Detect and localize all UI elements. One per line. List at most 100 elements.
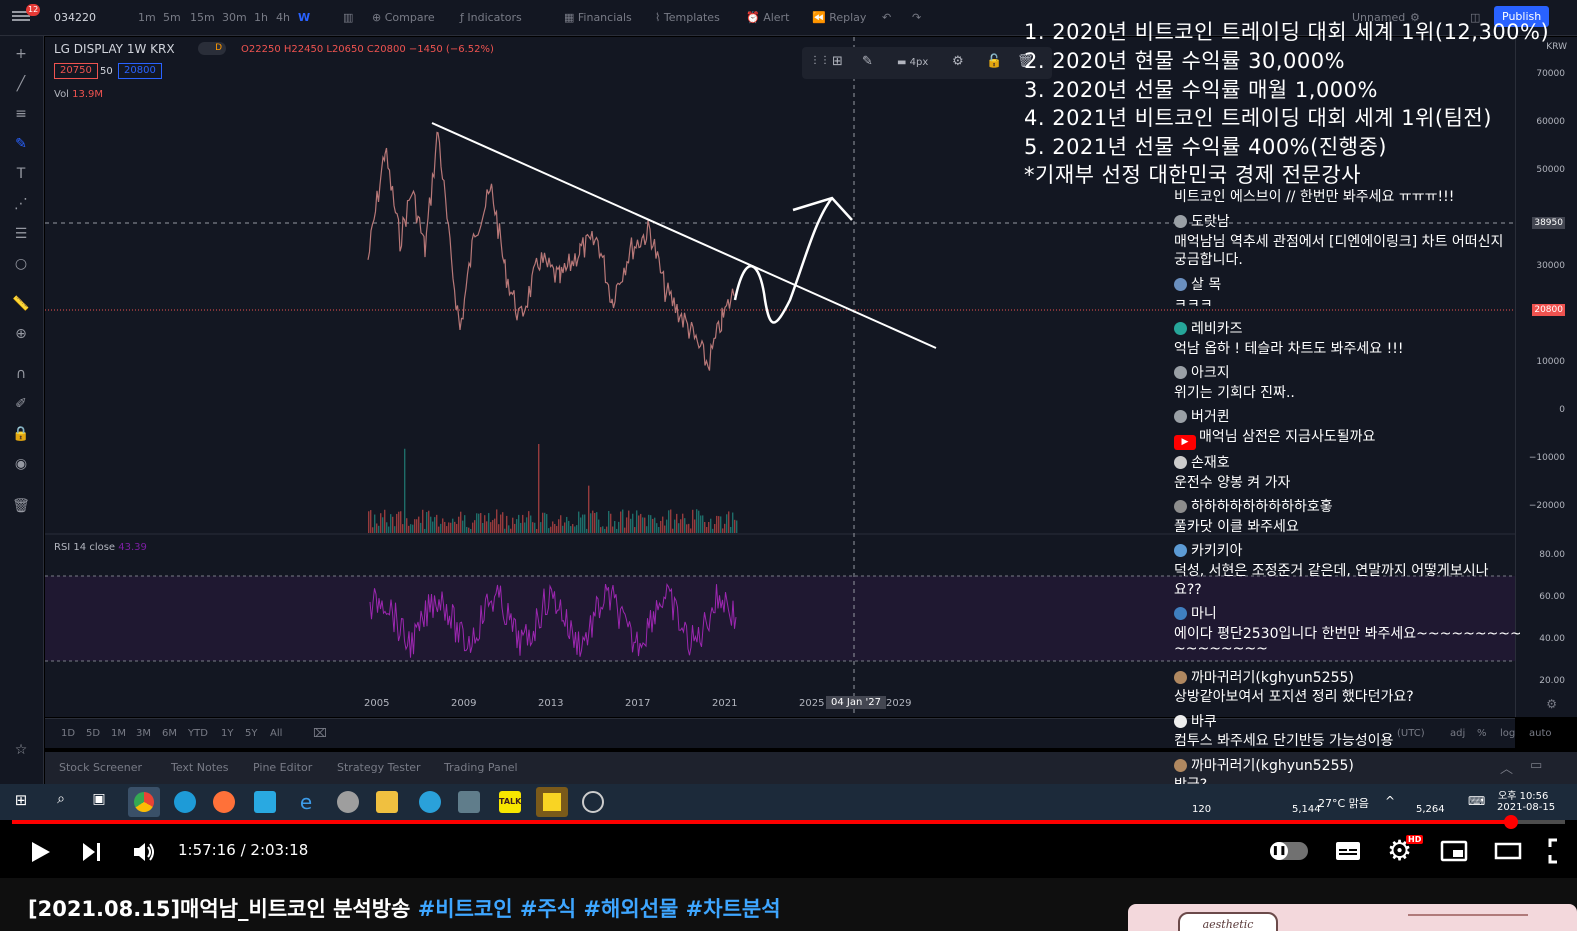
chrome-icon[interactable] (128, 787, 160, 817)
play-icon[interactable] (28, 840, 52, 864)
hashtag-link[interactable]: #주식 (520, 897, 576, 921)
autoplay-toggle[interactable]: ❚❚ (1270, 842, 1308, 860)
next-icon[interactable] (80, 840, 104, 864)
thumbnail-label: aesthetic (1178, 912, 1278, 931)
pen-color-icon[interactable]: ✎ (862, 54, 873, 69)
price-tick: 10000 (1536, 357, 1565, 367)
price-axis[interactable]: KRW 70000 60000 50000 38950 30000 20800 … (1515, 37, 1577, 717)
avatar (1174, 278, 1187, 291)
drag-handle-icon[interactable]: ⋮⋮ (810, 55, 830, 66)
theater-mode-icon[interactable] (1494, 842, 1522, 860)
currency-label[interactable]: KRW (1546, 42, 1567, 52)
clock-time[interactable]: 오후 10:56 (1498, 787, 1548, 802)
range-ytd[interactable]: YTD (188, 728, 208, 739)
crosshair-price-label: 38950 (1532, 217, 1565, 229)
fullscreen-icon[interactable] (1548, 838, 1577, 864)
range-1d[interactable]: 1D (61, 728, 75, 739)
maximize-panel-icon[interactable]: ▭ (1530, 758, 1542, 773)
range-1m[interactable]: 1M (111, 728, 126, 739)
ie-icon[interactable]: e (295, 791, 317, 813)
app-icon[interactable] (337, 791, 359, 813)
tab-text-notes[interactable]: Text Notes (171, 761, 229, 774)
bid-price[interactable]: 20750 (54, 63, 98, 79)
related-video-thumbnail[interactable]: aesthetic (1128, 904, 1577, 931)
chat-user: 까마귀러기(kghyun5255) (1174, 755, 1354, 775)
hashtag-link[interactable]: #차트분석 (686, 897, 781, 921)
chat-user: 손재호 (1174, 452, 1230, 472)
ime-icon[interactable]: ⌨ (1468, 794, 1485, 808)
app-icon[interactable] (254, 791, 276, 813)
volume-bar (546, 514, 548, 533)
axis-settings-icon[interactable]: ⚙ (1546, 697, 1557, 711)
volume-bar (618, 521, 620, 533)
ask-price[interactable]: 20800 (118, 63, 162, 79)
task-view-icon[interactable]: ▣ (88, 791, 110, 813)
volume-bar (468, 527, 470, 533)
chat-message: 억남 옵하 ! 테슬라 차트도 봐주세요 !!! (1174, 341, 1404, 357)
firefox-icon[interactable] (213, 791, 235, 813)
clock-date[interactable]: 2021-08-15 (1497, 802, 1555, 813)
edge-icon[interactable] (174, 791, 196, 813)
tray-chevron-icon[interactable]: ^ (1385, 794, 1395, 808)
volume-bar (536, 528, 538, 533)
stroke-width-button[interactable]: ▬ 4px (897, 57, 928, 68)
volume-icon[interactable] (131, 839, 157, 865)
tab-pine-editor[interactable]: Pine Editor (253, 761, 312, 774)
hashtag-link[interactable]: #해외선물 (583, 897, 678, 921)
template-icon[interactable]: ⊞ (832, 54, 843, 69)
symbol-title[interactable]: LG DISPLAY 1W KRX (54, 42, 175, 56)
range-6m[interactable]: 6M (162, 728, 177, 739)
avatar (1174, 456, 1187, 469)
volume-bar (502, 512, 504, 533)
obs-icon[interactable] (582, 791, 604, 813)
video-title-text: [2021.08.15]매억남_비트코인 분석방송 (28, 897, 418, 921)
achievement-line: 2. 2020년 현물 수익률 30,000% (1024, 49, 1346, 73)
tab-trading-panel[interactable]: Trading Panel (444, 761, 518, 774)
achievement-line: 1. 2020년 비트코인 트레이딩 대회 세계 1위(12,300%) (1024, 20, 1550, 44)
weather-widget[interactable]: 27°C 맑음 (1318, 795, 1369, 811)
thumbnail-ornament (1408, 914, 1528, 916)
hashtag-link[interactable]: #비트코인 (418, 897, 513, 921)
search-icon[interactable]: ⌕ (50, 791, 72, 813)
unlock-icon[interactable]: 🔓 (986, 54, 1002, 69)
kakaotalk-icon[interactable]: TALK (499, 791, 521, 813)
range-1y[interactable]: 1Y (221, 728, 233, 739)
range-5y[interactable]: 5Y (245, 728, 257, 739)
achievement-line: 5. 2021년 선물 수익률 400%(진행중) (1024, 135, 1387, 159)
goto-date-icon[interactable]: ⌧ (313, 726, 327, 740)
volume-legend: Vol 13.9M (54, 89, 103, 100)
volume-bar (728, 511, 730, 533)
volume-bar (442, 518, 444, 533)
tray-badge: 5,144 (1292, 804, 1321, 815)
calculator-icon[interactable] (458, 791, 480, 813)
volume-bar (406, 518, 408, 533)
windows-start-icon[interactable]: ⊞ (10, 791, 32, 813)
price-tick: −20000 (1528, 501, 1565, 511)
captions-icon[interactable] (1334, 839, 1362, 863)
auto-toggle[interactable]: auto (1529, 728, 1552, 739)
file-explorer-icon[interactable] (376, 791, 398, 813)
scrubber-handle[interactable] (1503, 815, 1518, 829)
chat-message: 요?? (1174, 582, 1202, 598)
volume-bar (376, 523, 378, 533)
volume-bar (402, 524, 404, 533)
volume-bar (644, 517, 646, 533)
volume-bar (632, 513, 634, 533)
volume-bar (478, 513, 480, 533)
sticky-notes-icon[interactable] (536, 787, 568, 817)
volume-bar (368, 511, 370, 533)
video-player[interactable]: 12 034220 1m 5m 15m 30m 1h 4h W ▥ ⊕ Comp… (0, 0, 1577, 878)
miniplayer-icon[interactable] (1440, 840, 1468, 862)
telegram-icon[interactable] (419, 791, 441, 813)
volume-bar (696, 509, 698, 533)
range-5d[interactable]: 5D (86, 728, 100, 739)
arrow-drawing[interactable] (733, 196, 853, 324)
volume-bar (522, 514, 524, 533)
tab-strategy-tester[interactable]: Strategy Tester (337, 761, 421, 774)
drawing-settings-icon[interactable]: ⚙ (952, 54, 964, 69)
range-all[interactable]: All (270, 728, 282, 739)
tab-stock-screener[interactable]: Stock Screener (59, 761, 142, 774)
volume-bar (542, 512, 544, 533)
range-3m[interactable]: 3M (136, 728, 151, 739)
chat-user: 레비카즈 (1174, 318, 1243, 338)
